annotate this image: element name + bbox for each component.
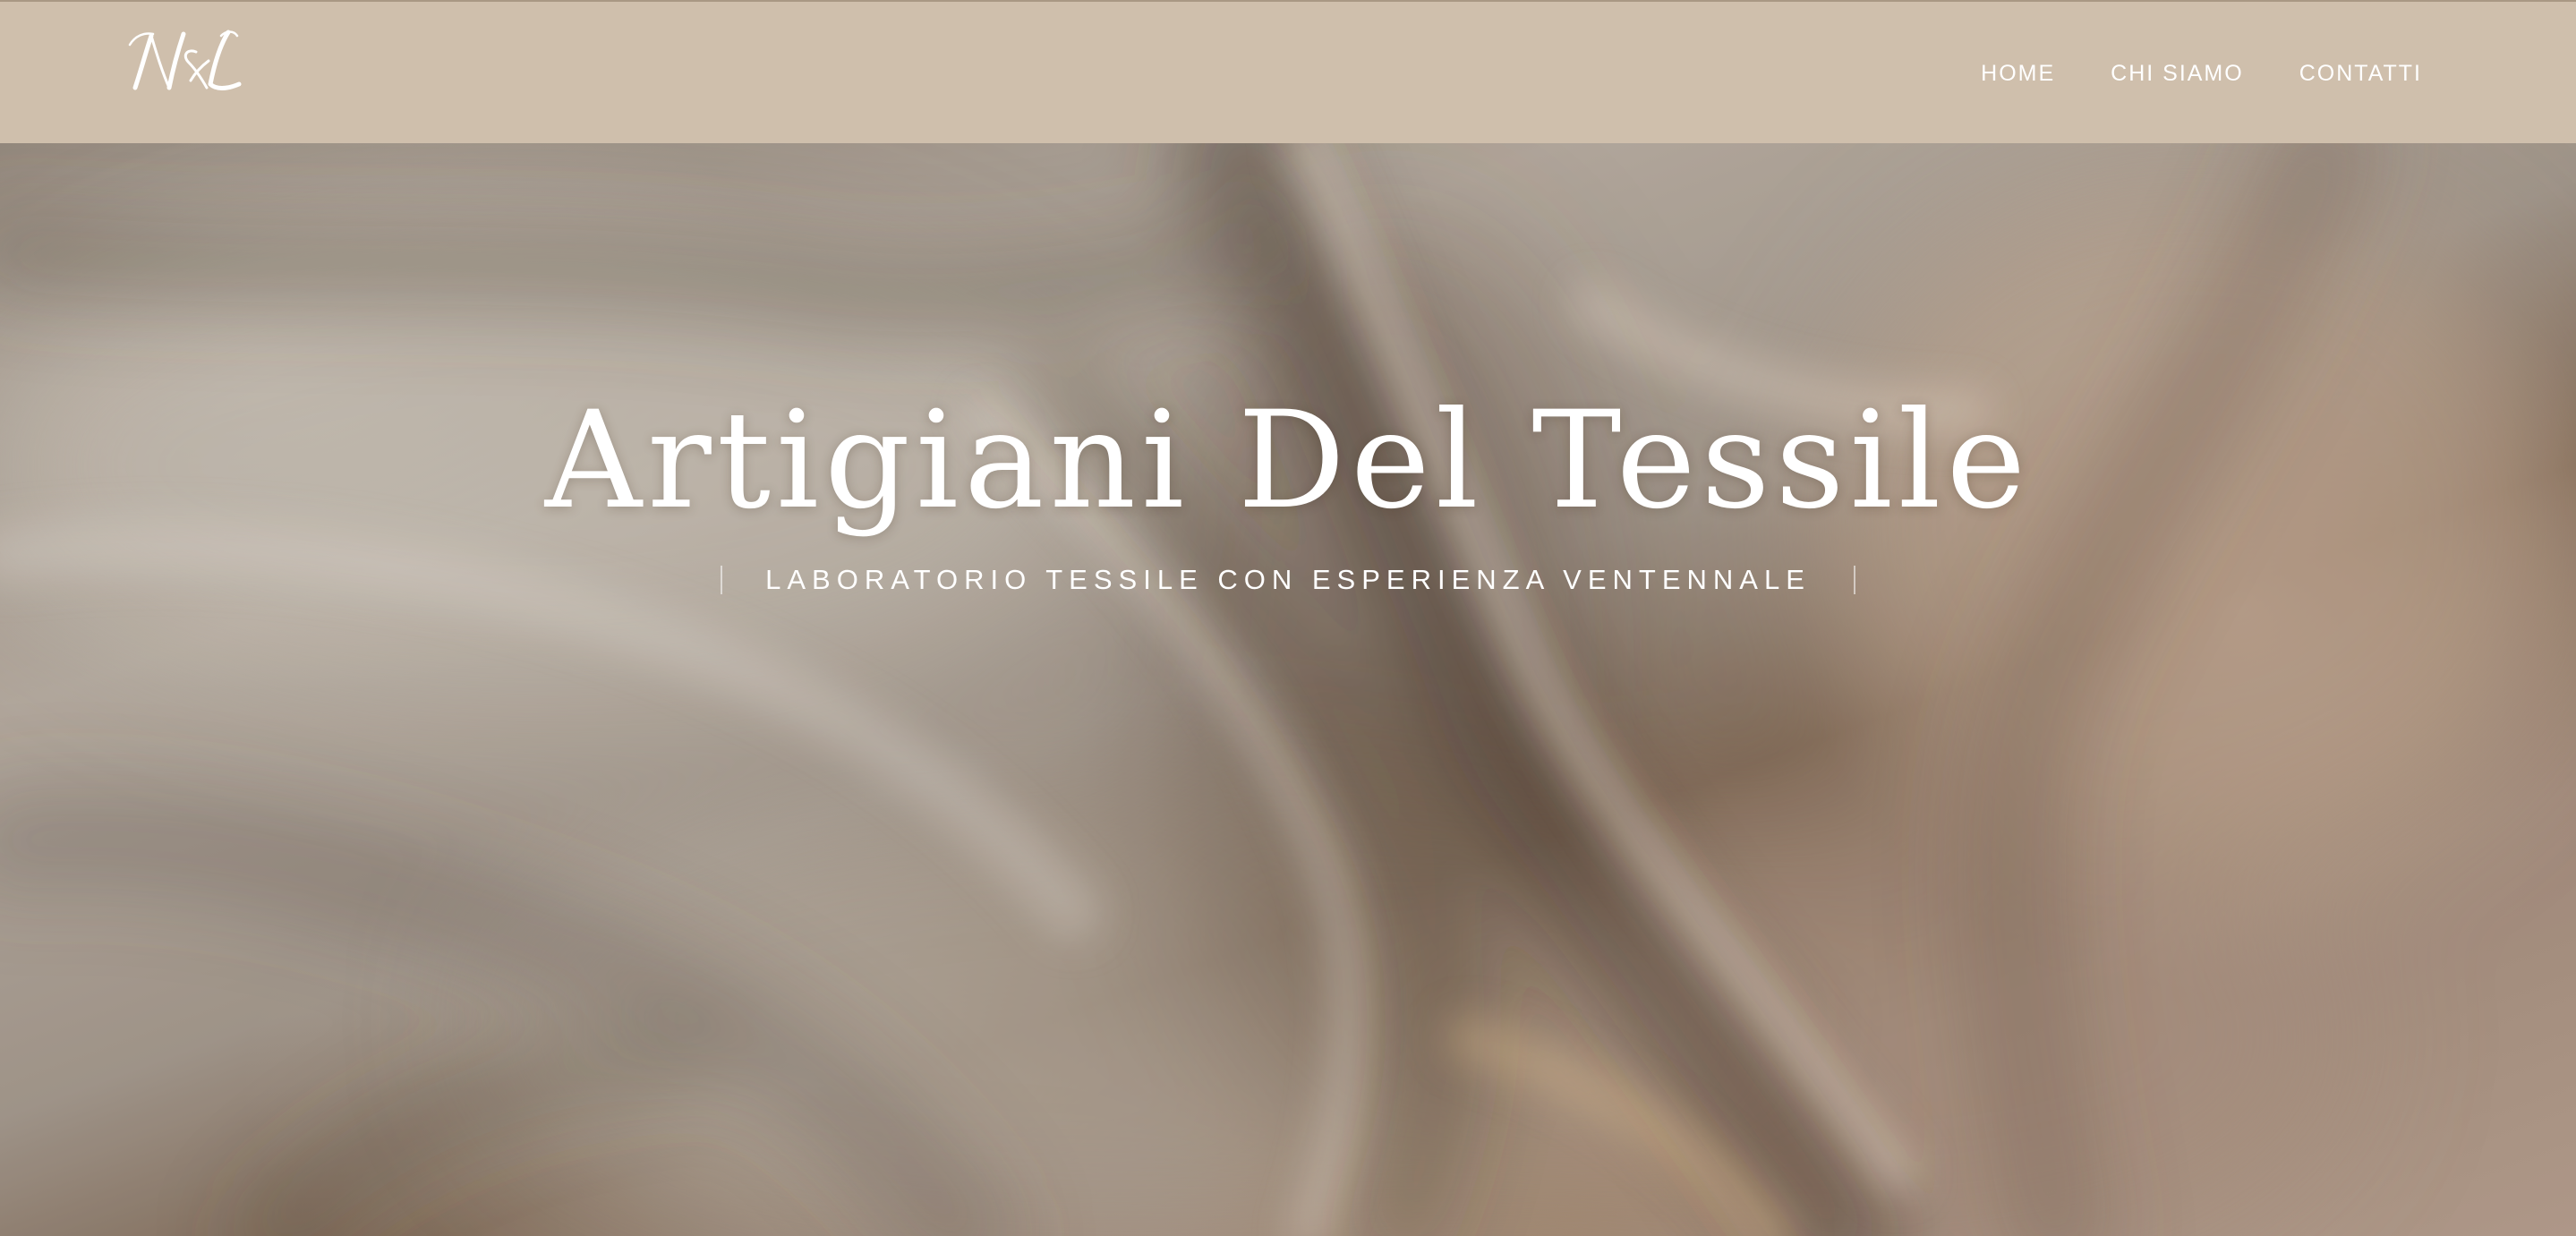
hero-content: Artigiani Del Tessile LABORATORIO TESSIL…	[0, 143, 2576, 1236]
hero-title: Artigiani Del Tessile	[544, 383, 2032, 539]
hero-subtitle: LABORATORIO TESSILE CON ESPERIENZA VENTE…	[765, 564, 1811, 595]
page: HOME CHI SIAMO CONTATTI Artigiani Del Te…	[0, 0, 2576, 1236]
logo-monogram-icon	[128, 30, 242, 90]
hero-section: Artigiani Del Tessile LABORATORIO TESSIL…	[0, 143, 2576, 1236]
subtitle-divider-right	[1853, 566, 1855, 594]
nav-contatti[interactable]: CONTATTI	[2299, 61, 2422, 87]
hero-subtitle-row: LABORATORIO TESSILE CON ESPERIENZA VENTE…	[0, 555, 2576, 605]
site-header: HOME CHI SIAMO CONTATTI	[0, 0, 2576, 143]
nav-home[interactable]: HOME	[1981, 61, 2055, 87]
nav-chi-siamo[interactable]: CHI SIAMO	[2111, 61, 2244, 87]
logo[interactable]	[127, 21, 243, 100]
main-nav: HOME CHI SIAMO CONTATTI	[1981, 2, 2422, 145]
